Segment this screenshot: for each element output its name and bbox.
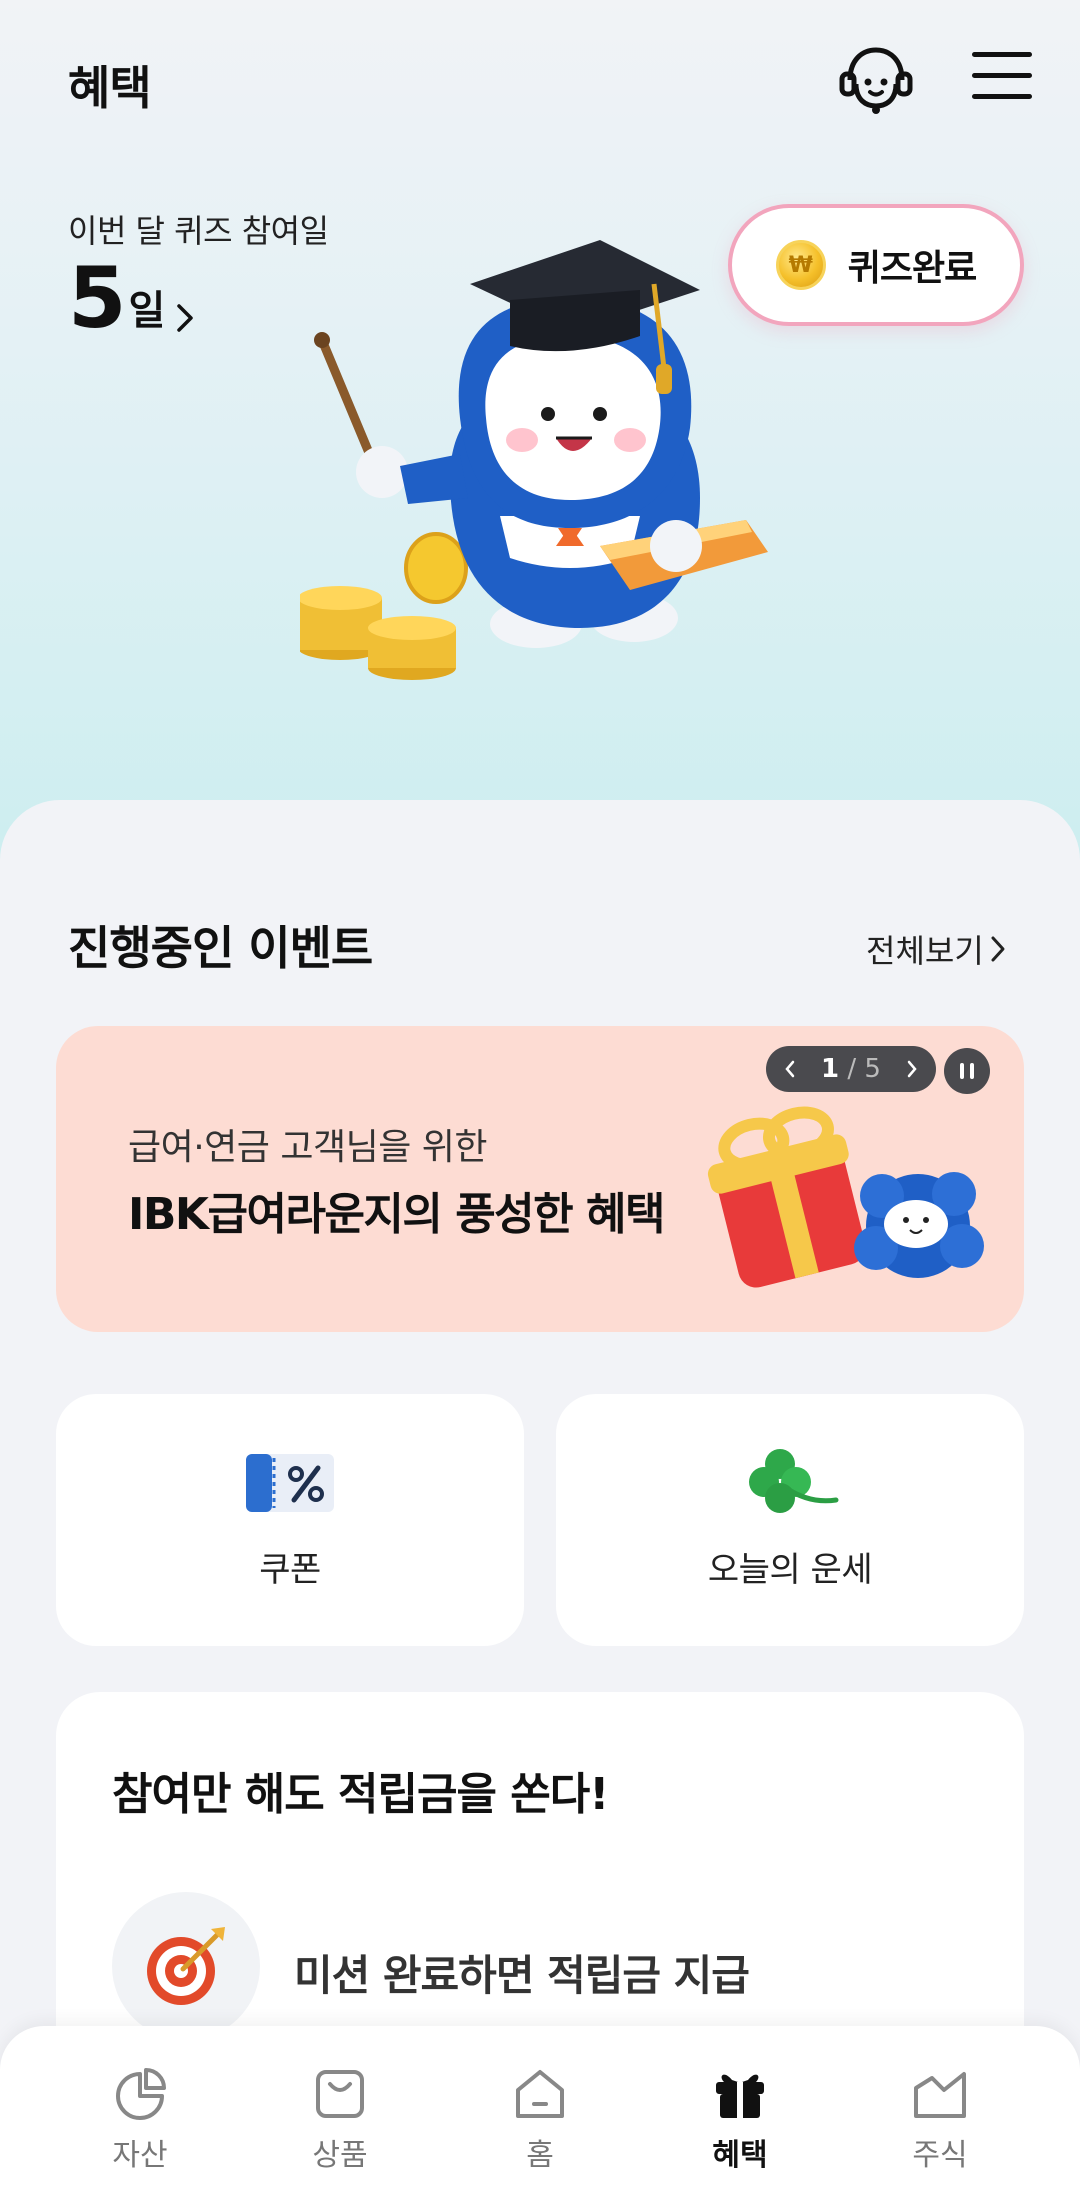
tab-home[interactable]: 홈: [460, 2026, 620, 2193]
tab-benefits[interactable]: 혜택: [660, 2026, 820, 2193]
chevron-left-icon[interactable]: [784, 1059, 796, 1079]
customer-support-icon[interactable]: [836, 44, 916, 116]
bottom-tab-bar: 자산 상품 홈 혜택 주식: [0, 2026, 1080, 2193]
quiz-count-unit: 일: [128, 288, 166, 334]
gift-box-illustration: [707, 1106, 984, 1288]
top-bar: 혜택: [0, 0, 1080, 160]
coupon-icon: [246, 1454, 334, 1512]
fortune-tile[interactable]: 오늘의 운세: [556, 1394, 1024, 1646]
page-title: 혜택: [68, 61, 152, 115]
asset-chart-icon: [116, 2068, 166, 2120]
tab-label: 혜택: [712, 2138, 768, 2173]
tab-label: 홈: [526, 2138, 554, 2173]
clover-icon: [749, 1449, 839, 1513]
tab-label: 자산: [112, 2138, 168, 2173]
shopping-bag-icon: [316, 2070, 364, 2118]
tab-label: 상품: [312, 2138, 368, 2173]
chevron-right-icon: [991, 936, 1005, 962]
fortune-label: 오늘의 운세: [707, 1550, 873, 1590]
mission-item-text[interactable]: 미션 완료하면 적립금 지급: [294, 1942, 750, 2003]
coin-icon: ₩: [775, 240, 826, 290]
coupon-tile[interactable]: 쿠폰: [56, 1394, 524, 1646]
gift-icon: [716, 2074, 764, 2118]
tab-products[interactable]: 상품: [260, 2026, 420, 2193]
event-banner[interactable]: 급여·연금 고객님을 위한 IBK급여라운지의 풍성한 혜택 1 / 5: [56, 1026, 1024, 1332]
mission-card-title: 참여만 해도 적립금을 쏜다!: [112, 1769, 609, 1820]
graduate-mascot-illustration: [300, 240, 768, 680]
banner-title: IBK급여라운지의 풍성한 혜택: [128, 1189, 665, 1240]
see-all-events-link[interactable]: 전체보기: [866, 926, 1006, 972]
home-icon: [516, 2070, 564, 2118]
banner-page-current: 1: [821, 1054, 840, 1084]
see-all-label: 전체보기: [866, 932, 984, 970]
events-section-title: 진행중인 이벤트: [68, 921, 373, 975]
stock-icon: [914, 2072, 966, 2118]
pause-icon[interactable]: [944, 1048, 990, 1094]
chevron-right-icon: [177, 304, 194, 332]
menu-icon[interactable]: [972, 52, 1032, 108]
quiz-participation-label: 이번 달 퀴즈 참여일: [68, 212, 329, 250]
quiz-participation-count[interactable]: 5 일: [68, 256, 195, 340]
banner-page-total: 5: [864, 1054, 881, 1084]
banner-pager: 1 / 5: [766, 1046, 936, 1092]
quiz-complete-label: 퀴즈완료: [847, 248, 977, 289]
tab-label: 주식: [912, 2138, 968, 2173]
tab-stocks[interactable]: 주식: [860, 2026, 1020, 2193]
chevron-right-icon[interactable]: [906, 1059, 918, 1079]
quiz-count-number: 5: [68, 249, 126, 347]
coupon-label: 쿠폰: [259, 1550, 321, 1590]
tab-assets[interactable]: 자산: [60, 2026, 220, 2193]
banner-subtitle: 급여·연금 고객님을 위한: [128, 1127, 488, 1168]
banner-page-separator: /: [847, 1054, 857, 1084]
target-icon: [112, 1892, 260, 2040]
